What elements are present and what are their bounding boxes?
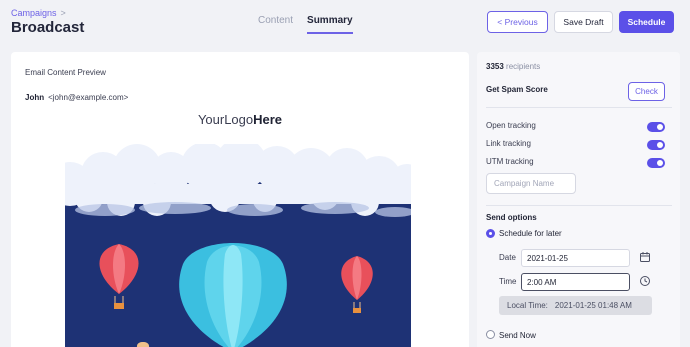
page-title: Broadcast xyxy=(11,19,85,36)
calendar-icon[interactable] xyxy=(639,251,651,263)
send-now-radio[interactable] xyxy=(486,330,495,339)
send-options-label: Send options xyxy=(486,213,537,222)
utm-tracking-label: UTM tracking xyxy=(486,157,534,166)
tab-bar: Content Summary xyxy=(258,15,353,34)
date-label: Date xyxy=(499,253,516,262)
link-tracking-toggle[interactable] xyxy=(647,140,665,150)
clock-icon[interactable] xyxy=(639,275,651,287)
spam-score-label: Get Spam Score xyxy=(486,85,548,94)
tab-content[interactable]: Content xyxy=(258,15,293,34)
open-tracking-label: Open tracking xyxy=(486,121,536,130)
time-label: Time xyxy=(499,277,517,286)
date-field[interactable] xyxy=(521,249,630,267)
divider xyxy=(486,107,672,108)
previous-button[interactable]: < Previous xyxy=(487,11,548,33)
breadcrumb-separator: > xyxy=(60,8,66,18)
logo-text-bold: Here xyxy=(253,112,283,127)
schedule-later-label: Schedule for later xyxy=(499,229,562,238)
schedule-later-radio[interactable] xyxy=(486,229,495,238)
open-tracking-toggle[interactable] xyxy=(647,122,665,132)
recipient-email: <john@example.com> xyxy=(48,93,129,102)
logo-text-regular: YourLogo xyxy=(197,112,254,127)
check-spam-button[interactable]: Check xyxy=(628,82,665,101)
recipient-count: 3353 recipients xyxy=(486,62,541,71)
schedule-button[interactable]: Schedule xyxy=(619,11,674,33)
breadcrumb-link-campaigns[interactable]: Campaigns xyxy=(11,8,57,18)
send-now-label: Send Now xyxy=(499,331,536,340)
utm-tracking-toggle[interactable] xyxy=(647,158,665,168)
local-time-label: Local Time: xyxy=(507,301,548,310)
preview-recipient: John <john@example.com> xyxy=(25,93,128,102)
save-draft-button[interactable]: Save Draft xyxy=(554,11,613,33)
time-field[interactable] xyxy=(521,273,630,291)
email-logo: YourLogoHere xyxy=(11,112,469,127)
tab-summary[interactable]: Summary xyxy=(307,15,353,34)
link-tracking-label: Link tracking xyxy=(486,139,531,148)
divider xyxy=(486,205,672,206)
balloon-illustration xyxy=(65,144,411,347)
summary-panel: 3353 recipients Get Spam Score Check Ope… xyxy=(477,52,680,347)
breadcrumb: Campaigns > xyxy=(11,8,66,18)
preview-heading: Email Content Preview xyxy=(25,68,106,77)
campaign-name-input[interactable] xyxy=(486,173,576,194)
recipient-name: John xyxy=(25,93,45,102)
local-time-display: Local Time: 2021-01-25 01:48 AM xyxy=(499,296,652,315)
local-time-value: 2021-01-25 01:48 AM xyxy=(554,301,632,310)
email-preview-panel: Email Content Preview John <john@example.… xyxy=(11,52,469,347)
